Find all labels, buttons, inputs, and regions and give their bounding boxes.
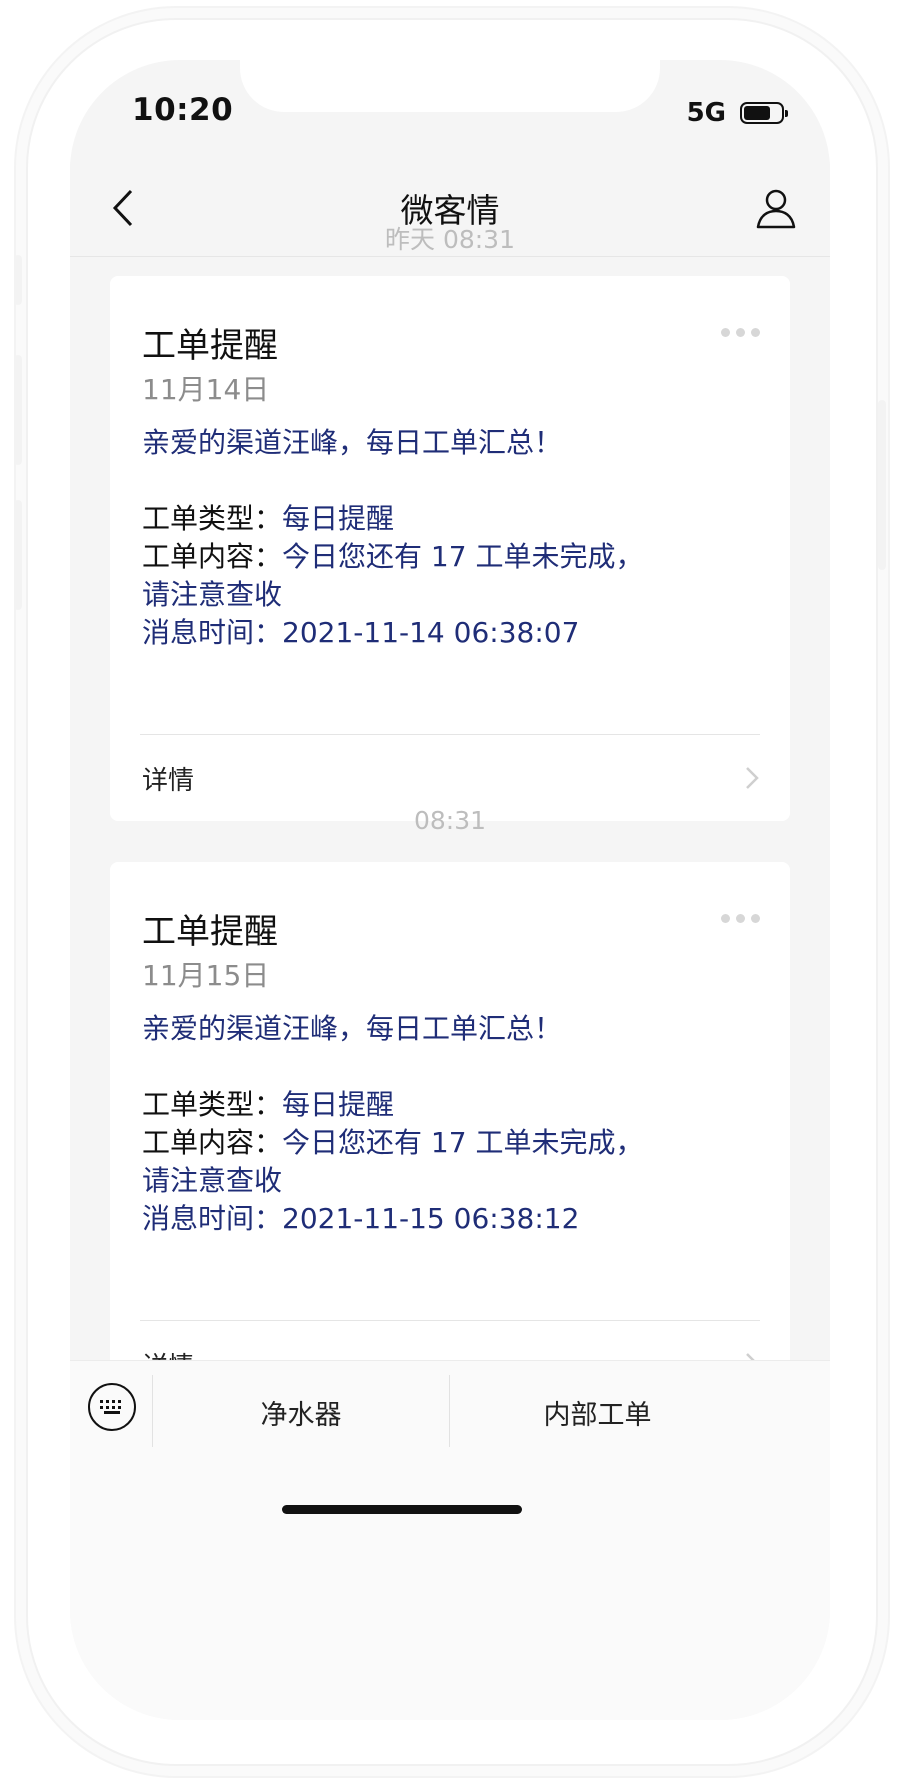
ellipsis-icon bbox=[721, 914, 730, 923]
ellipsis-icon bbox=[751, 914, 760, 923]
field-label: 消息时间： bbox=[142, 616, 283, 649]
phone-side-button bbox=[14, 355, 22, 465]
card-title: 工单提醒 bbox=[142, 326, 278, 366]
field-label: 工单类型： bbox=[142, 502, 283, 535]
status-indicators: 5G bbox=[686, 98, 788, 128]
card-title: 工单提醒 bbox=[142, 912, 278, 952]
battery-fill bbox=[744, 106, 770, 120]
field-value: 请注意查收 bbox=[142, 1164, 283, 1197]
phone-side-button bbox=[14, 500, 22, 610]
card-body: 亲爱的渠道汪峰，每日工单汇总！ 工单类型：每日提醒 工单内容：今日您还有 17 … bbox=[142, 424, 762, 652]
greeting-text: 亲爱的渠道汪峰，每日工单汇总！ bbox=[142, 426, 563, 459]
more-button[interactable] bbox=[721, 328, 760, 337]
chevron-right-icon bbox=[746, 767, 759, 789]
phone-side-button bbox=[14, 255, 22, 305]
field-label: 工单内容： bbox=[142, 1126, 283, 1159]
greeting-text: 亲爱的渠道汪峰，每日工单汇总！ bbox=[142, 1012, 563, 1045]
card-date: 11月15日 bbox=[142, 959, 270, 992]
message-timestamp: 昨天 08:31 bbox=[385, 225, 515, 254]
field-label: 消息时间： bbox=[142, 1202, 283, 1235]
keyboard-toggle-button[interactable] bbox=[88, 1383, 136, 1431]
ellipsis-icon bbox=[721, 328, 730, 337]
message-card[interactable]: 工单提醒 11月14日 亲爱的渠道汪峰，每日工单汇总！ 工单类型：每日提醒 工单… bbox=[110, 276, 790, 821]
battery-icon bbox=[740, 102, 788, 124]
message-card[interactable]: 工单提醒 11月15日 亲爱的渠道汪峰，每日工单汇总！ 工单类型：每日提醒 工单… bbox=[110, 862, 790, 1407]
field-label: 工单类型： bbox=[142, 1088, 283, 1121]
ellipsis-icon bbox=[736, 914, 745, 923]
details-label: 详情 bbox=[142, 765, 195, 796]
field-label: 工单内容： bbox=[142, 540, 283, 573]
status-time: 10:20 bbox=[132, 92, 234, 128]
more-button[interactable] bbox=[721, 914, 760, 923]
field-value: 2021-11-14 06:38:07 bbox=[282, 616, 580, 649]
field-value: 2021-11-15 06:38:12 bbox=[282, 1202, 580, 1235]
message-timestamp: 08:31 bbox=[413, 806, 487, 835]
card-date: 11月14日 bbox=[142, 373, 270, 406]
keyboard-icon bbox=[100, 1400, 121, 1414]
ellipsis-icon bbox=[736, 328, 745, 337]
home-indicator[interactable] bbox=[282, 1505, 522, 1514]
bottom-menu-bar: 净水器 内部工单 bbox=[70, 1360, 830, 1720]
field-value: 请注意查收 bbox=[142, 578, 283, 611]
phone-side-button bbox=[878, 400, 886, 570]
field-value: 每日提醒 bbox=[282, 502, 395, 535]
network-label: 5G bbox=[686, 98, 726, 128]
field-value: 每日提醒 bbox=[282, 1088, 395, 1121]
card-body: 亲爱的渠道汪峰，每日工单汇总！ 工单类型：每日提醒 工单内容：今日您还有 17 … bbox=[142, 1010, 762, 1238]
menu-item-water-purifier[interactable]: 净水器 bbox=[153, 1369, 449, 1455]
field-value: 今日您还有 17 工单未完成， bbox=[282, 1126, 644, 1159]
notch bbox=[240, 60, 660, 112]
phone-screen: 10:20 5G 微客情 昨天 08:31 工单提醒 11月14日 亲爱的渠道汪… bbox=[70, 60, 830, 1720]
field-value: 今日您还有 17 工单未完成， bbox=[282, 540, 644, 573]
ellipsis-icon bbox=[751, 328, 760, 337]
menu-item-internal-ticket[interactable]: 内部工单 bbox=[450, 1369, 745, 1455]
